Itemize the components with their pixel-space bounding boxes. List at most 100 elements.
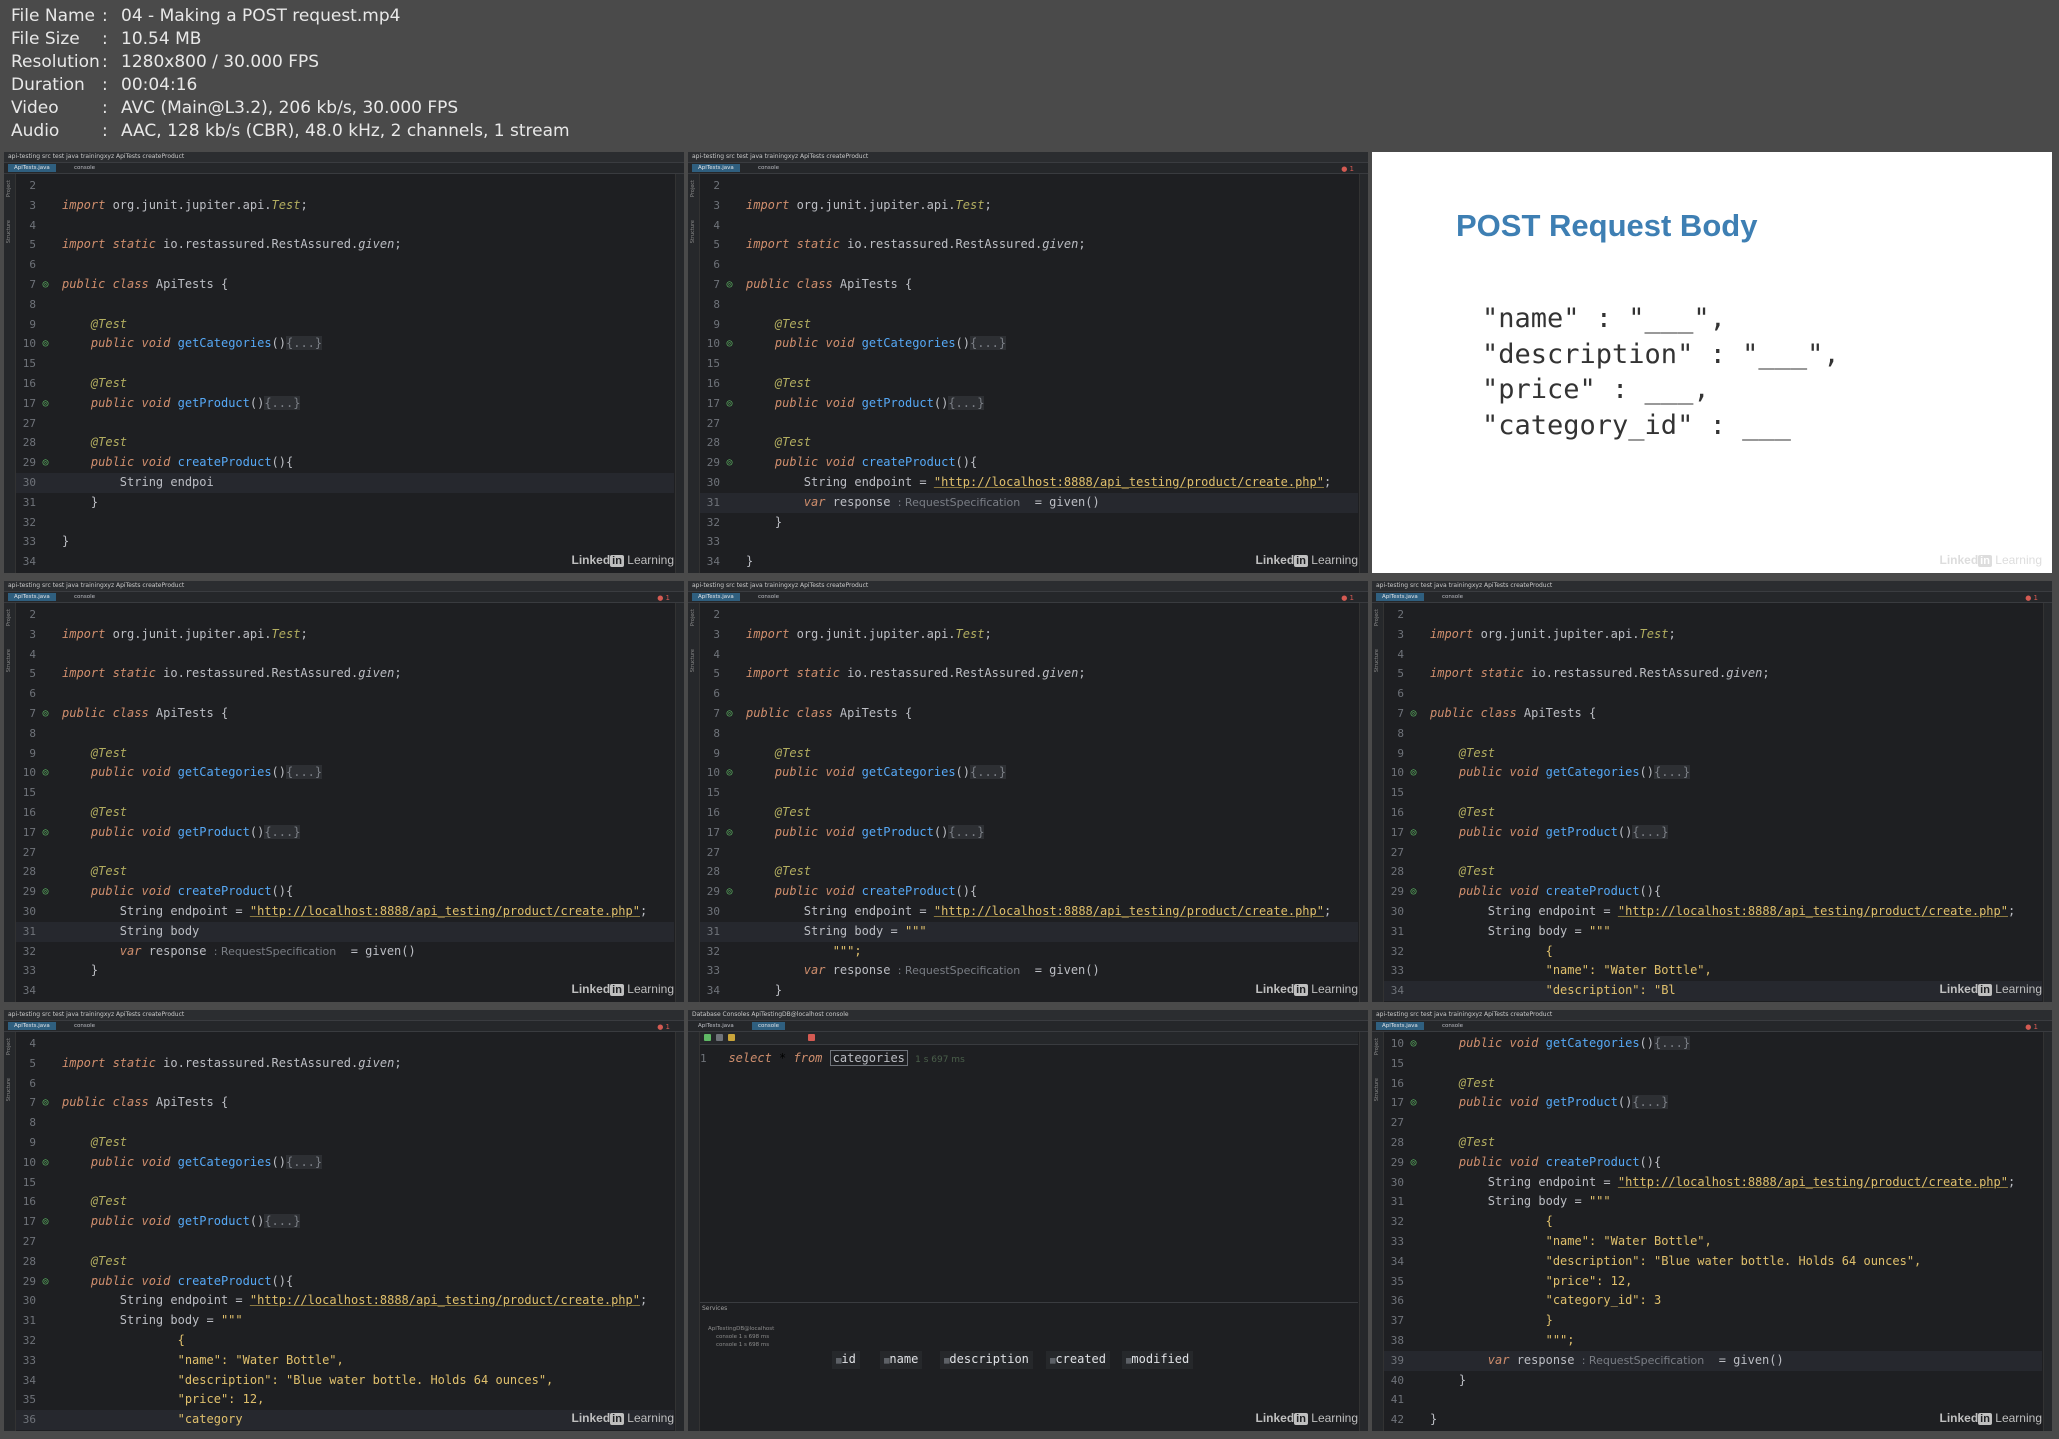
- tab-console[interactable]: console: [68, 1022, 101, 1030]
- tab-console[interactable]: console: [68, 593, 101, 601]
- services-tree[interactable]: ApiTestingDB@localhost console 1 s 698 ms…: [704, 1325, 814, 1349]
- breadcrumb[interactable]: api-testing src test java trainingxyz Ap…: [692, 581, 868, 591]
- line-number: 2: [713, 608, 720, 621]
- project-tool-button[interactable]: Project: [1374, 1038, 1380, 1055]
- result-column-header[interactable]: ▦created: [1046, 1351, 1110, 1369]
- project-tool-button[interactable]: Project: [690, 609, 696, 626]
- run-test-icon[interactable]: ◎: [41, 458, 50, 468]
- tab-console[interactable]: console: [752, 593, 785, 601]
- run-test-icon[interactable]: ◎: [41, 827, 50, 837]
- inspection-error-icon[interactable]: ● 1: [1341, 165, 1354, 173]
- line-number: 34: [22, 555, 36, 569]
- run-test-icon[interactable]: ◎: [1409, 827, 1418, 837]
- run-test-icon[interactable]: ◎: [41, 1217, 50, 1227]
- code-text: @Test: [90, 805, 128, 819]
- inspection-error-icon[interactable]: ● 1: [657, 1023, 670, 1031]
- structure-tool-button[interactable]: Structure: [6, 649, 12, 672]
- code-text: import static io.restassured.RestAssured…: [746, 666, 1086, 681]
- breadcrumb[interactable]: Database Consoles ApiTestingDB@localhost…: [692, 1010, 849, 1020]
- tree-item[interactable]: ApiTestingDB@localhost: [704, 1325, 814, 1333]
- breadcrumb[interactable]: api-testing src test java trainingxyz Ap…: [8, 152, 184, 162]
- run-test-icon[interactable]: ◎: [41, 339, 50, 349]
- project-tool-button[interactable]: Project: [6, 180, 12, 197]
- result-column-header[interactable]: ▦id: [832, 1351, 860, 1369]
- run-test-icon[interactable]: ◎: [41, 709, 50, 719]
- code-line: 15: [16, 1173, 674, 1193]
- structure-tool-button[interactable]: Structure: [690, 649, 696, 672]
- tree-item[interactable]: console 1 s 698 ms: [704, 1333, 814, 1341]
- tab-apitests-java[interactable]: ApiTests.java: [1376, 593, 1424, 601]
- run-test-icon[interactable]: ◎: [725, 887, 734, 897]
- run-test-icon[interactable]: ◎: [1409, 1039, 1418, 1049]
- inspection-error-icon[interactable]: ● 1: [1341, 594, 1354, 602]
- structure-tool-button[interactable]: Structure: [1374, 649, 1380, 672]
- run-test-icon[interactable]: ◎: [725, 339, 734, 349]
- execute-icon[interactable]: [704, 1034, 711, 1041]
- result-column-header[interactable]: ▦description: [940, 1351, 1033, 1369]
- code-line: 36 "category_id": 3: [1384, 1291, 2042, 1311]
- inspection-error-icon[interactable]: ● 1: [657, 594, 670, 602]
- run-test-icon[interactable]: ◎: [41, 1157, 50, 1167]
- line-number: 35: [1390, 1274, 1404, 1288]
- breadcrumb[interactable]: api-testing src test java trainingxyz Ap…: [8, 581, 184, 591]
- run-test-icon[interactable]: ◎: [41, 280, 50, 290]
- result-column-header[interactable]: ▦name: [880, 1351, 923, 1369]
- tree-item[interactable]: console 1 s 698 ms: [704, 1341, 814, 1349]
- tab-console[interactable]: console: [752, 164, 785, 172]
- run-test-icon[interactable]: ◎: [41, 887, 50, 897]
- run-test-icon[interactable]: ◎: [41, 768, 50, 778]
- result-column-header[interactable]: ▦modified: [1122, 1351, 1194, 1369]
- settings-icon[interactable]: [728, 1034, 735, 1041]
- sql-query-line[interactable]: 1 select * from categories 1 s 697 ms: [700, 1048, 1358, 1068]
- line-number: 31: [1390, 924, 1404, 938]
- run-test-icon[interactable]: ◎: [1409, 709, 1418, 719]
- tab-apitests-java[interactable]: ApiTests.java: [1376, 1022, 1424, 1030]
- run-test-icon[interactable]: ◎: [725, 709, 734, 719]
- breadcrumb[interactable]: api-testing src test java trainingxyz Ap…: [1376, 1010, 1552, 1020]
- tab-apitests-java[interactable]: ApiTests.java: [8, 164, 56, 172]
- code-text: import static io.restassured.RestAssured…: [62, 666, 402, 681]
- structure-tool-button[interactable]: Structure: [6, 220, 12, 243]
- run-test-icon[interactable]: ◎: [725, 458, 734, 468]
- project-tool-button[interactable]: Project: [690, 180, 696, 197]
- tab-apitests-java[interactable]: ApiTests.java: [692, 593, 740, 601]
- run-test-icon[interactable]: ◎: [1409, 768, 1418, 778]
- code-text: public void getCategories(){...}: [1458, 765, 1691, 780]
- project-tool-button[interactable]: Project: [6, 1038, 12, 1055]
- project-tool-button[interactable]: Project: [6, 609, 12, 626]
- tab-apitests-java[interactable]: ApiTests.java: [8, 593, 56, 601]
- structure-tool-button[interactable]: Structure: [690, 220, 696, 243]
- inspection-error-icon[interactable]: ● 1: [2025, 594, 2038, 602]
- ide-frame: api-testing src test java trainingxyz Ap…: [4, 581, 684, 1002]
- breadcrumb[interactable]: api-testing src test java trainingxyz Ap…: [1376, 581, 1552, 591]
- run-test-icon[interactable]: ◎: [41, 398, 50, 408]
- stop-icon[interactable]: [808, 1034, 815, 1041]
- tab-console[interactable]: console: [1436, 593, 1469, 601]
- line-number: 27: [22, 845, 36, 859]
- tab-apitests-java[interactable]: ApiTests.java: [692, 1022, 740, 1030]
- project-tool-button[interactable]: Project: [1374, 609, 1380, 626]
- linkedin-learning-logo: Linked in Learning: [1939, 1411, 2042, 1425]
- breadcrumb[interactable]: api-testing src test java trainingxyz Ap…: [692, 152, 868, 162]
- run-test-icon[interactable]: ◎: [41, 1276, 50, 1286]
- run-test-icon[interactable]: ◎: [725, 398, 734, 408]
- tab-apitests-java[interactable]: ApiTests.java: [8, 1022, 56, 1030]
- tab-console[interactable]: console: [68, 164, 101, 172]
- run-test-icon[interactable]: ◎: [725, 827, 734, 837]
- tab-console[interactable]: console: [752, 1022, 786, 1030]
- breadcrumb[interactable]: api-testing src test java trainingxyz Ap…: [8, 1010, 184, 1020]
- tab-console[interactable]: console: [1436, 1022, 1469, 1030]
- inspection-error-icon[interactable]: ● 1: [2025, 1023, 2038, 1031]
- run-test-icon[interactable]: ◎: [725, 768, 734, 778]
- run-test-icon[interactable]: ◎: [1409, 1098, 1418, 1108]
- run-test-icon[interactable]: ◎: [1409, 887, 1418, 897]
- code-line: 3 import org.junit.jupiter.api.Test;: [16, 196, 674, 216]
- structure-tool-button[interactable]: Structure: [6, 1078, 12, 1101]
- run-test-icon[interactable]: ◎: [725, 280, 734, 290]
- history-icon[interactable]: [716, 1034, 723, 1041]
- tab-apitests-java[interactable]: ApiTests.java: [692, 164, 740, 172]
- structure-tool-button[interactable]: Structure: [1374, 1078, 1380, 1101]
- line-number: 31: [22, 495, 36, 509]
- run-test-icon[interactable]: ◎: [1409, 1157, 1418, 1167]
- run-test-icon[interactable]: ◎: [41, 1098, 50, 1108]
